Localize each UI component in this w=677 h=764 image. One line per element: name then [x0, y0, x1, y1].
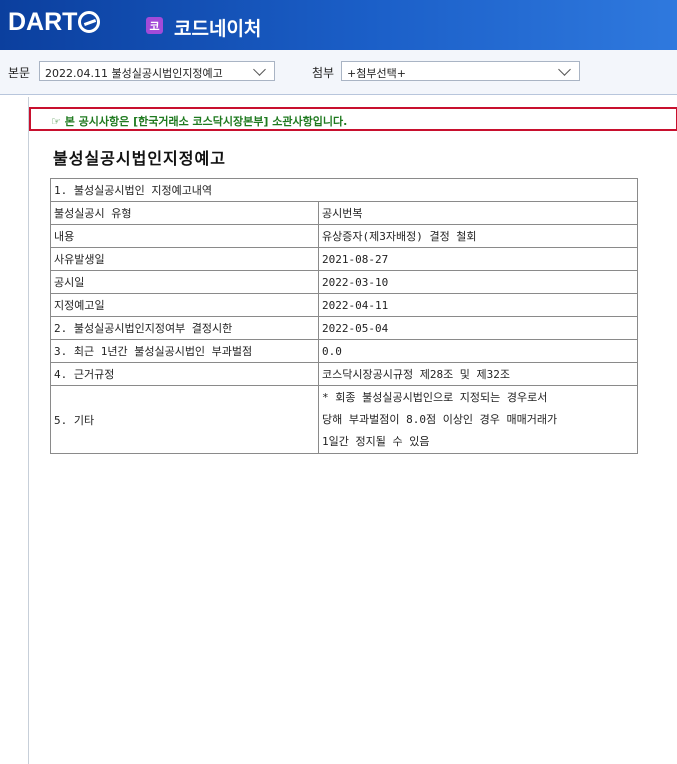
etc-line: 당해 부과벌점이 8.0점 이상인 경우 매매거래가	[322, 412, 558, 426]
pointing-hand-icon: ☞	[51, 115, 61, 128]
table-row: 불성실공시 유형 공시번복	[50, 201, 638, 225]
disclosure-table: 1. 불성실공시법인 지정예고내역 불성실공시 유형 공시번복 내용 유상증자(…	[50, 178, 638, 454]
logo-text: DART	[8, 7, 78, 36]
row-label: 내용	[50, 224, 319, 248]
row-value: 2022-05-04	[318, 316, 638, 340]
chevron-down-icon	[253, 63, 266, 76]
company-badge-icon: 코	[146, 17, 163, 34]
row-label: 지정예고일	[50, 293, 319, 317]
body-label: 본문	[8, 66, 31, 80]
row-label: 5. 기타	[50, 385, 319, 454]
row-label: 불성실공시 유형	[50, 201, 319, 225]
section-header: 1. 불성실공시법인 지정예고내역	[50, 178, 638, 202]
attach-select[interactable]: +첨부선택+	[341, 61, 580, 81]
row-value: 유상증자(제3자배정) 결정 철회	[318, 224, 638, 248]
etc-line: * 회종 불성실공시법인으로 지정되는 경우로서	[322, 390, 548, 404]
row-label: 사유발생일	[50, 247, 319, 271]
document-viewer[interactable]: ☞ 본 공시사항은 [한국거래소 코스닥시장본부] 소관사항입니다. 불성실공시…	[28, 97, 677, 764]
table-row: 1. 불성실공시법인 지정예고내역	[50, 178, 638, 202]
table-row: 5. 기타 * 회종 불성실공시법인으로 지정되는 경우로서 당해 부과벌점이 …	[50, 385, 638, 454]
body-select[interactable]: 2022.04.11 불성실공시법인지정예고	[39, 61, 275, 81]
document-title: 불성실공시법인지정예고	[53, 149, 226, 168]
row-label: 4. 근거규정	[50, 362, 319, 386]
table-row: 지정예고일 2022-04-11	[50, 293, 638, 317]
row-label: 공시일	[50, 270, 319, 294]
table-row: 2. 불성실공시법인지정여부 결정시한 2022-05-04	[50, 316, 638, 340]
table-row: 사유발생일 2021-08-27	[50, 247, 638, 271]
row-value: 2022-03-10	[318, 270, 638, 294]
row-value: 공시번복	[318, 201, 638, 225]
company-name: 코드네이처	[174, 18, 262, 40]
row-label: 3. 최근 1년간 불성실공시법인 부과벌점	[50, 339, 319, 363]
row-value: 2021-08-27	[318, 247, 638, 271]
row-value-multiline: * 회종 불성실공시법인으로 지정되는 경우로서 당해 부과벌점이 8.0점 이…	[318, 385, 638, 454]
table-row: 4. 근거규정 코스닥시장공시규정 제28조 및 제32조	[50, 362, 638, 386]
row-label: 2. 불성실공시법인지정여부 결정시한	[50, 316, 319, 340]
attach-label: 첨부	[312, 66, 335, 80]
logo-orbit-icon	[78, 11, 101, 33]
row-value: 2022-04-11	[318, 293, 638, 317]
notice-text: 본 공시사항은 [한국거래소 코스닥시장본부] 소관사항입니다.	[64, 115, 348, 128]
attach-select-value: +첨부선택+	[347, 67, 406, 80]
document-toolbar: 본문 2022.04.11 불성실공시법인지정예고 첨부 +첨부선택+	[0, 50, 677, 95]
row-value: 코스닥시장공시규정 제28조 및 제32조	[318, 362, 638, 386]
table-row: 공시일 2022-03-10	[50, 270, 638, 294]
row-value: 0.0	[318, 339, 638, 363]
dart-logo[interactable]: DART	[8, 7, 101, 36]
notice-banner: ☞ 본 공시사항은 [한국거래소 코스닥시장본부] 소관사항입니다.	[29, 107, 677, 131]
body-select-value: 2022.04.11 불성실공시법인지정예고	[45, 67, 223, 80]
app-header: DART 코 코드네이처	[0, 0, 677, 50]
table-row: 3. 최근 1년간 불성실공시법인 부과벌점 0.0	[50, 339, 638, 363]
chevron-down-icon	[558, 63, 571, 76]
table-row: 내용 유상증자(제3자배정) 결정 철회	[50, 224, 638, 248]
etc-line: 1일간 정지될 수 있음	[322, 434, 430, 448]
